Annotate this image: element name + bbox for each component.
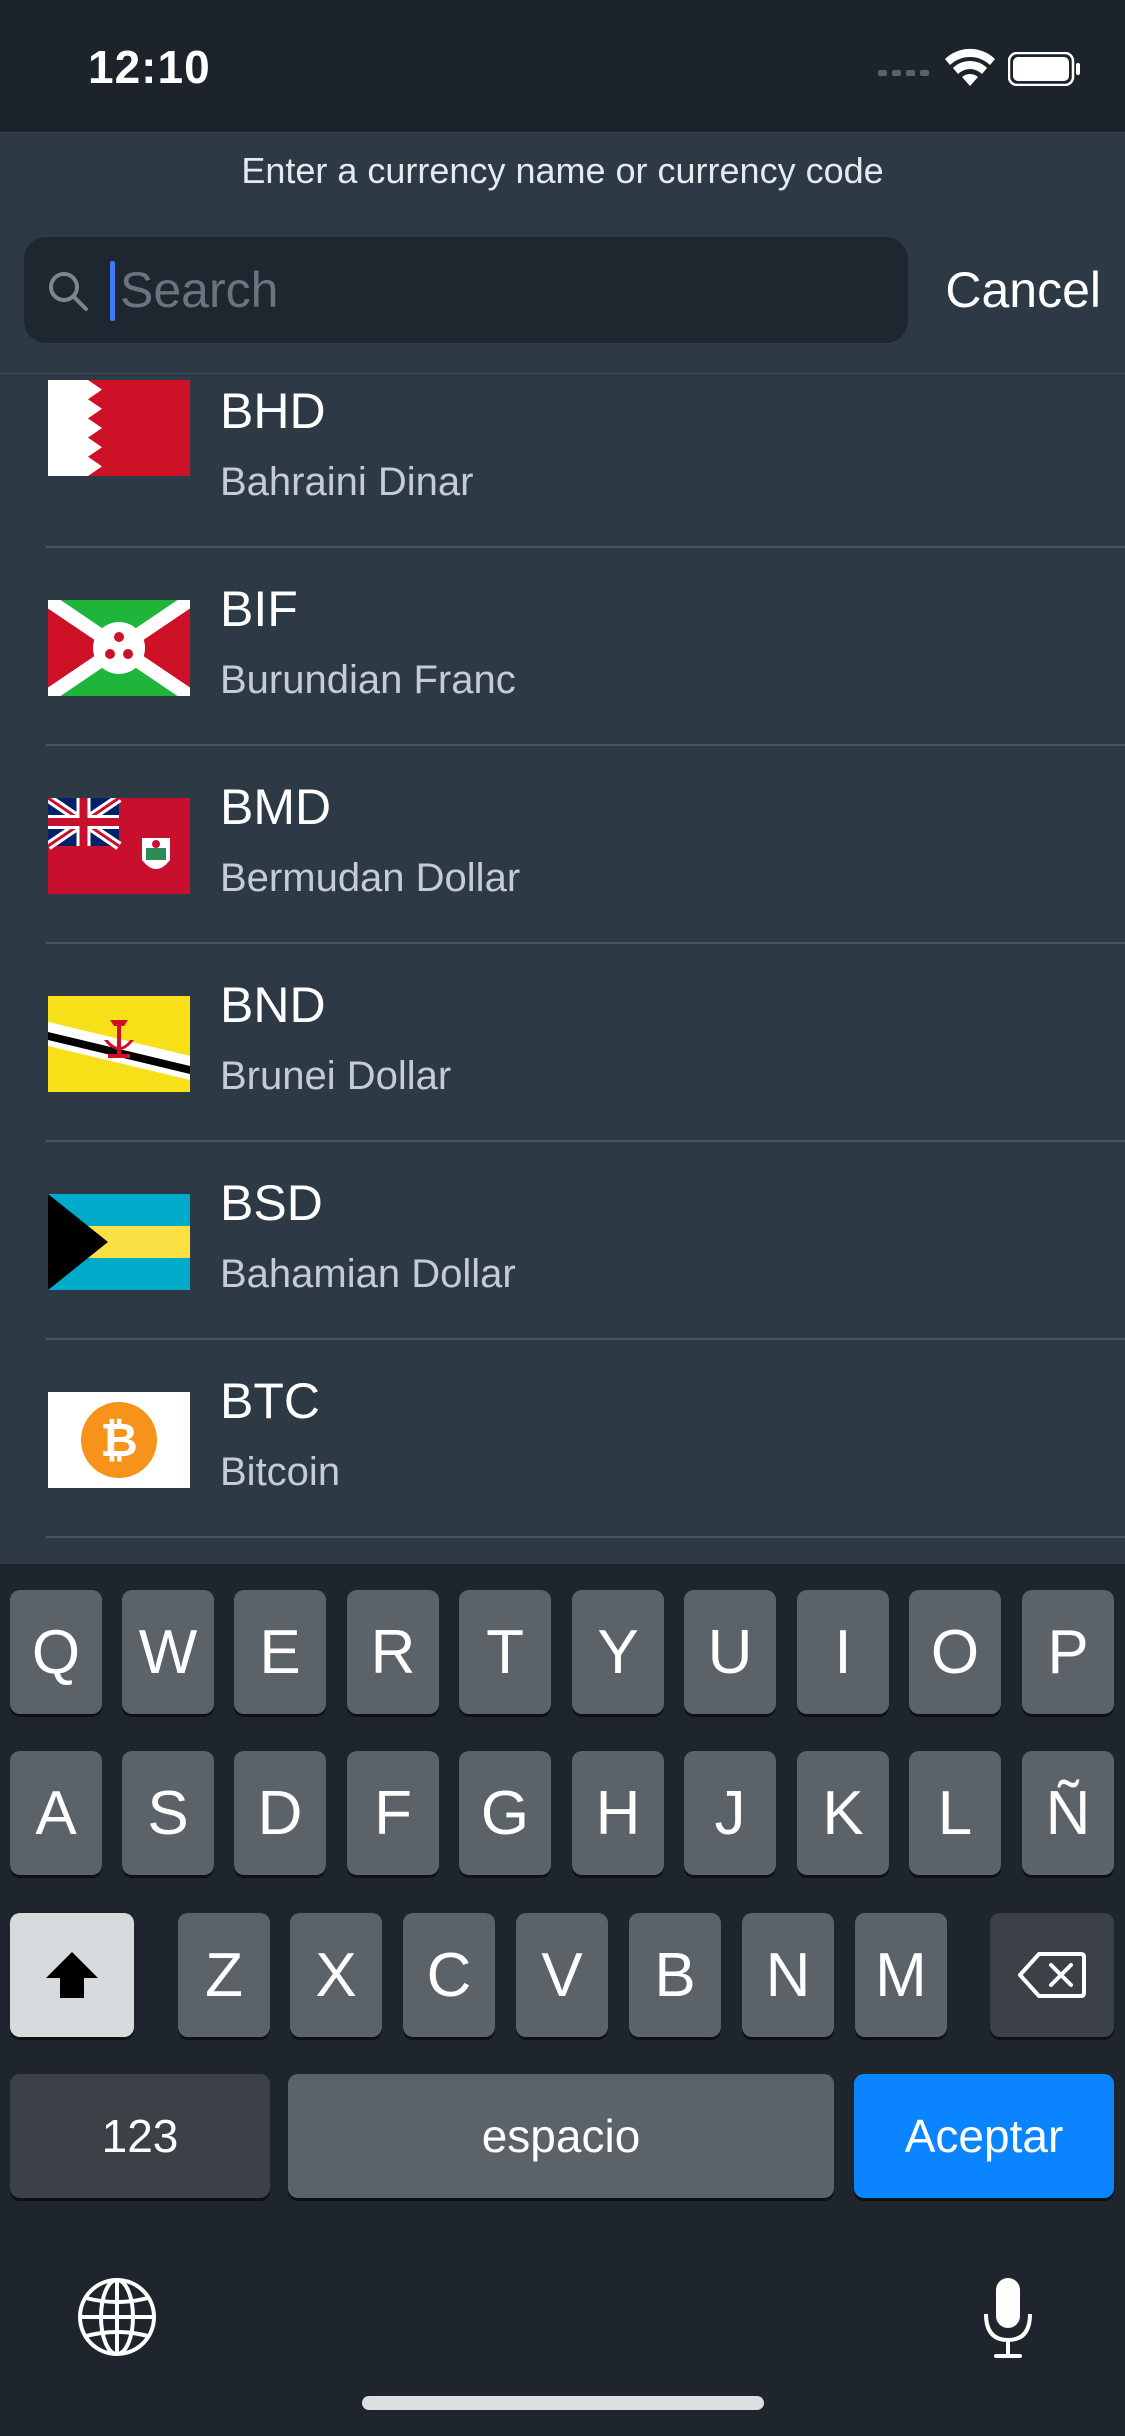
search-input[interactable] <box>120 249 880 331</box>
status-time: 12:10 <box>88 41 211 93</box>
key-g[interactable]: G <box>459 1751 551 1875</box>
row-divider <box>46 1536 1125 1538</box>
key-a[interactable]: A <box>10 1751 102 1875</box>
currency-name: Burundian Franc <box>220 658 516 702</box>
key-y[interactable]: Y <box>572 1590 664 1714</box>
bermuda-flag-icon <box>48 798 190 894</box>
text-caret <box>110 261 115 321</box>
currency-code: BTC <box>220 1373 320 1429</box>
globe-icon[interactable] <box>76 2276 158 2358</box>
currency-row-bsd[interactable]: BSD Bahamian Dollar <box>0 1142 1125 1340</box>
currency-code: BIF <box>220 581 298 637</box>
key-e[interactable]: E <box>234 1590 326 1714</box>
numbers-key[interactable]: 123 <box>10 2074 270 2198</box>
currency-name: Bermudan Dollar <box>220 856 521 900</box>
home-indicator[interactable] <box>362 2396 764 2410</box>
currency-name: Bahraini Dinar <box>220 460 474 504</box>
key-p[interactable]: P <box>1022 1590 1114 1714</box>
bahamas-flag-icon <box>48 1194 190 1290</box>
currency-row-bmd[interactable]: BMD Bermudan Dollar <box>0 746 1125 944</box>
microphone-icon[interactable] <box>980 2276 1036 2360</box>
currency-row-bhd[interactable]: BHD Bahraini Dinar <box>0 374 1125 548</box>
key-d[interactable]: D <box>234 1751 326 1875</box>
currency-row-btc[interactable]: ₿ BTC Bitcoin <box>0 1340 1125 1538</box>
key-m[interactable]: M <box>855 1913 947 2037</box>
space-key[interactable]: espacio <box>288 2074 834 2198</box>
wifi-icon <box>945 48 995 86</box>
key-c[interactable]: C <box>403 1913 495 2037</box>
key-k[interactable]: K <box>797 1751 889 1875</box>
delete-key[interactable] <box>990 1913 1114 2037</box>
cancel-button[interactable]: Cancel <box>945 261 1101 319</box>
search-hint-bar: Enter a currency name or currency code <box>0 132 1125 210</box>
shift-icon <box>46 1952 98 1998</box>
key-z[interactable]: Z <box>178 1913 270 2037</box>
bitcoin-icon: ₿ <box>48 1392 190 1488</box>
bahrain-flag-icon <box>48 380 190 476</box>
currency-code: BHD <box>220 383 326 439</box>
search-field[interactable] <box>24 237 908 343</box>
currency-name: Bahamian Dollar <box>220 1252 516 1296</box>
status-bar: 12:10 <box>0 0 1125 132</box>
key-f[interactable]: F <box>347 1751 439 1875</box>
key-j[interactable]: J <box>684 1751 776 1875</box>
search-hint-text: Enter a currency name or currency code <box>241 150 884 191</box>
currency-row-bnd[interactable]: BND Brunei Dollar <box>0 944 1125 1142</box>
key-w[interactable]: W <box>122 1590 214 1714</box>
key-i[interactable]: I <box>797 1590 889 1714</box>
key-q[interactable]: Q <box>10 1590 102 1714</box>
currency-code: BSD <box>220 1175 323 1231</box>
currency-list[interactable]: BHD Bahraini Dinar BIF Burundian Franc B… <box>0 374 1125 1564</box>
brunei-flag-icon <box>48 996 190 1092</box>
key-x[interactable]: X <box>290 1913 382 2037</box>
key-h[interactable]: H <box>572 1751 664 1875</box>
battery-icon <box>1008 52 1080 86</box>
key-v[interactable]: V <box>516 1913 608 2037</box>
key-l[interactable]: L <box>909 1751 1001 1875</box>
key-s[interactable]: S <box>122 1751 214 1875</box>
shift-key[interactable] <box>10 1913 134 2037</box>
currency-row-bif[interactable]: BIF Burundian Franc <box>0 548 1125 746</box>
cellular-signal-icon <box>878 70 929 76</box>
search-bar: Cancel <box>0 209 1125 374</box>
key-b[interactable]: B <box>629 1913 721 2037</box>
delete-icon <box>1018 1952 1086 1998</box>
search-icon <box>49 272 88 311</box>
key-r[interactable]: R <box>347 1590 439 1714</box>
currency-code: BND <box>220 977 326 1033</box>
svg-text:₿: ₿ <box>100 1414 138 1466</box>
key-n-tilde[interactable]: Ñ <box>1022 1751 1114 1875</box>
currency-name: Brunei Dollar <box>220 1054 452 1098</box>
key-u[interactable]: U <box>684 1590 776 1714</box>
key-o[interactable]: O <box>909 1590 1001 1714</box>
key-t[interactable]: T <box>459 1590 551 1714</box>
currency-code: BMD <box>220 779 332 835</box>
key-n[interactable]: N <box>742 1913 834 2037</box>
currency-name: Bitcoin <box>220 1450 341 1494</box>
return-key[interactable]: Aceptar <box>854 2074 1114 2198</box>
burundi-flag-icon <box>48 600 190 696</box>
